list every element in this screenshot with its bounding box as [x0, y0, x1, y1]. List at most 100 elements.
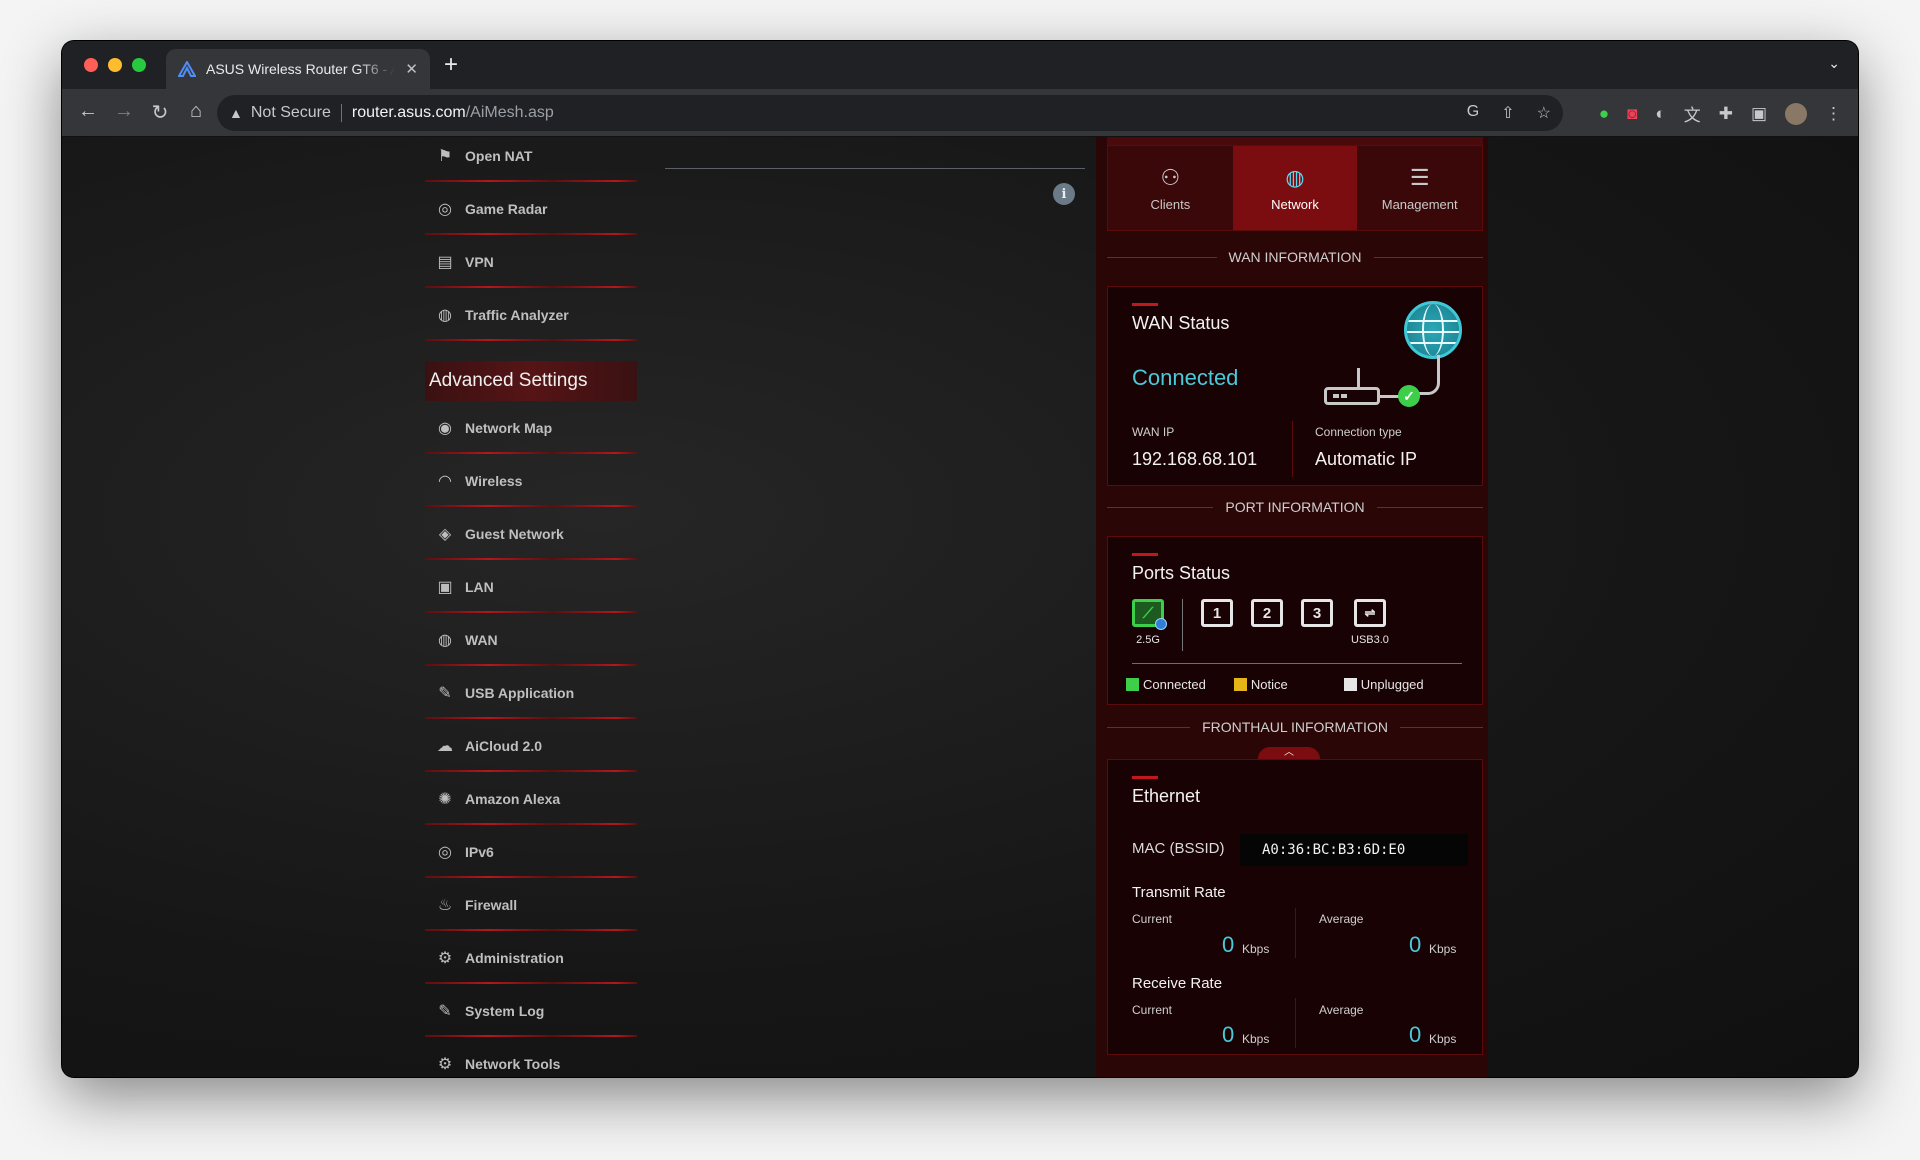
tab-label: Clients	[1150, 196, 1191, 212]
ethernet-card: Ethernet MAC (BSSID) A0:36:BC:B3:6D:E0 T…	[1107, 759, 1483, 1055]
home-icon[interactable]: ⌂	[178, 100, 214, 125]
transmit-current-value: 0	[1222, 932, 1235, 957]
traffic-analyzer-icon: ◍	[438, 306, 452, 324]
lan-port-2[interactable]: 2	[1251, 599, 1283, 627]
node-info-panel: ⚇ Clients ◍ Network ☰ Management WAN INFORMAT…	[1096, 137, 1488, 1077]
address-separator	[340, 104, 342, 122]
transmit-average-label: Average	[1319, 912, 1364, 926]
lan-port-1[interactable]: 1	[1201, 599, 1233, 627]
sidebar-item-ipv6[interactable]: ◎ IPv6	[425, 825, 637, 878]
sidebar-item-open-nat[interactable]: ⚑ Open NAT	[425, 137, 637, 182]
tab-clients[interactable]: ⚇ Clients	[1108, 146, 1233, 230]
bookmark-star-icon[interactable]: ☆	[1537, 103, 1551, 123]
tab-management[interactable]: ☰ Management	[1357, 146, 1482, 230]
sidebar-item-lan[interactable]: ▣ LAN	[425, 560, 637, 613]
sidebar-item-firewall[interactable]: ♨ Firewall	[425, 878, 637, 931]
sidebar-item-guest-network[interactable]: ◈ Guest Network	[425, 507, 637, 560]
wan-port[interactable]: ⟋ 2.5G	[1132, 599, 1167, 646]
browser-window: ASUS Wireless Router GT6 - AiMesh ✕ + ⌄ …	[62, 41, 1858, 1077]
sidebar-item-administration[interactable]: ⚙ Administration	[425, 931, 637, 984]
ports-status-title: Ports Status	[1132, 563, 1231, 583]
open-nat-icon: ⚑	[437, 147, 453, 165]
collapse-chevron-icon[interactable]: ︿	[1258, 747, 1320, 759]
extensions-puzzle-icon[interactable]: ✚	[1719, 104, 1733, 124]
new-tab-button[interactable]: +	[444, 51, 458, 79]
tab-label: Management	[1381, 196, 1458, 212]
translate-icon[interactable]: 文	[1684, 101, 1701, 126]
sidebar-item-wireless[interactable]: ◠ Wireless	[425, 454, 637, 507]
advanced-settings-heading: Advanced Settings	[425, 361, 637, 401]
tab-title: ASUS Wireless Router GT6 - AiMesh	[206, 61, 396, 77]
sliders-icon: ☰	[1409, 164, 1430, 190]
close-window-button[interactable]	[84, 58, 98, 72]
tab-close-icon[interactable]: ✕	[405, 60, 418, 78]
aicloud-icon: ☁	[437, 737, 453, 755]
usb-port[interactable]: ⇌ USB3.0	[1351, 599, 1389, 646]
sidebar-item-wan[interactable]: ◍ WAN	[425, 613, 637, 666]
sidebar-item-system-log[interactable]: ✎ System Log	[425, 984, 637, 1037]
lan-port-3[interactable]: 3	[1301, 599, 1333, 627]
fronthaul-information-heading: FRONTHAUL INFORMATION	[1107, 719, 1484, 735]
wan-ip-value: 192.168.68.101	[1132, 449, 1258, 469]
sidebar-item-network-tools[interactable]: ⚙ Network Tools	[425, 1037, 637, 1077]
reload-icon[interactable]: ↻	[142, 100, 178, 125]
router-icon	[1324, 368, 1380, 405]
receive-average-label: Average	[1319, 1003, 1364, 1017]
port-information-heading: PORT INFORMATION	[1107, 499, 1484, 515]
browser-tab[interactable]: ASUS Wireless Router GT6 - AiMesh ✕	[166, 49, 430, 89]
google-lens-icon[interactable]: G	[1467, 103, 1479, 123]
tab-network[interactable]: ◍ Network	[1232, 146, 1358, 230]
transmit-rate-title: Transmit Rate	[1132, 884, 1226, 901]
transmit-average-unit: Kbps	[1429, 942, 1457, 956]
receive-average-value: 0	[1409, 1022, 1422, 1047]
ports-status-card: Ports Status ⟋ 2.5G 1 2 3 ⇌ USB3.0 Conne…	[1107, 536, 1483, 705]
sidebar-item-vpn[interactable]: ▤ VPN	[425, 235, 637, 288]
sidebar-item-alexa[interactable]: ✺ Amazon Alexa	[425, 772, 637, 825]
sidebar-item-label: USB Application	[465, 684, 575, 701]
profile-avatar[interactable]	[1785, 102, 1807, 125]
info-icon[interactable]: i	[1053, 183, 1075, 205]
browser-menu-icon[interactable]: ⋮	[1825, 104, 1842, 124]
wan-status-title: WAN Status	[1132, 313, 1230, 333]
transmit-average-value: 0	[1409, 932, 1422, 957]
window-controls	[84, 58, 146, 72]
usb-icon: ⇌	[1353, 599, 1386, 627]
sidebar-item-label: Wireless	[465, 472, 523, 489]
back-icon[interactable]: ←	[70, 100, 106, 125]
lan-icon: ▣	[437, 578, 453, 596]
sidebar-item-traffic-analyzer[interactable]: ◍ Traffic Analyzer	[425, 288, 637, 341]
port-list: ⟋ 2.5G 1 2 3 ⇌ USB3.0	[1132, 599, 1407, 651]
sidebar-item-aicloud[interactable]: ☁ AiCloud 2.0	[425, 719, 637, 772]
minimize-window-button[interactable]	[108, 58, 122, 72]
forward-icon[interactable]: →	[106, 100, 142, 125]
sidebar-item-network-map[interactable]: ◉ Network Map	[425, 401, 637, 454]
globe-icon: ◍	[1285, 164, 1305, 190]
administration-icon: ⚙	[437, 949, 453, 967]
ethernet-title: Ethernet	[1132, 786, 1201, 806]
url-host: router.asus.com	[351, 104, 466, 121]
clients-icon: ⚇	[1160, 164, 1181, 190]
vpn-extension-icon[interactable]: ◐	[1655, 104, 1665, 124]
sidebar-item-label: Game Radar	[465, 200, 548, 217]
sidebar-item-label: Network Tools	[465, 1055, 561, 1072]
wan-status-card: WAN Status Connected ✓ WAN IP 192.168.68…	[1107, 286, 1483, 486]
url-path: /AiMesh.asp	[465, 104, 554, 121]
sidebar-item-label: AiCloud 2.0	[465, 737, 543, 754]
connection-type-label: Connection type	[1315, 425, 1402, 439]
router-page: ⚑ Open NAT ◎ Game Radar ▤ VPN ◍ Traffic Analyze…	[62, 137, 1858, 1077]
wan-status-value: Connected	[1132, 365, 1239, 390]
maximize-window-button[interactable]	[132, 58, 146, 72]
sidepanel-icon[interactable]: ▣	[1751, 104, 1767, 124]
tab-search-chevron-icon[interactable]: ⌄	[1828, 55, 1840, 72]
sidebar-item-usb-application[interactable]: ✎ USB Application	[425, 666, 637, 719]
not-secure-label: Not Secure	[250, 104, 331, 121]
share-icon[interactable]: ⇧	[1501, 103, 1514, 123]
ethernet-port-icon: ⟋	[1132, 599, 1167, 630]
pocket-icon[interactable]: ◙	[1627, 104, 1637, 124]
extension-badge-icon[interactable]: ●	[1599, 104, 1609, 124]
firewall-icon: ♨	[437, 896, 453, 914]
sidebar-item-label: Firewall	[465, 896, 518, 913]
sidebar-item-game-radar[interactable]: ◎ Game Radar	[425, 182, 637, 235]
legend-unplugged: Unplugged	[1343, 677, 1424, 692]
address-bar[interactable]: ▲ Not Secure router.asus.com/AiMesh.asp …	[217, 95, 1563, 131]
